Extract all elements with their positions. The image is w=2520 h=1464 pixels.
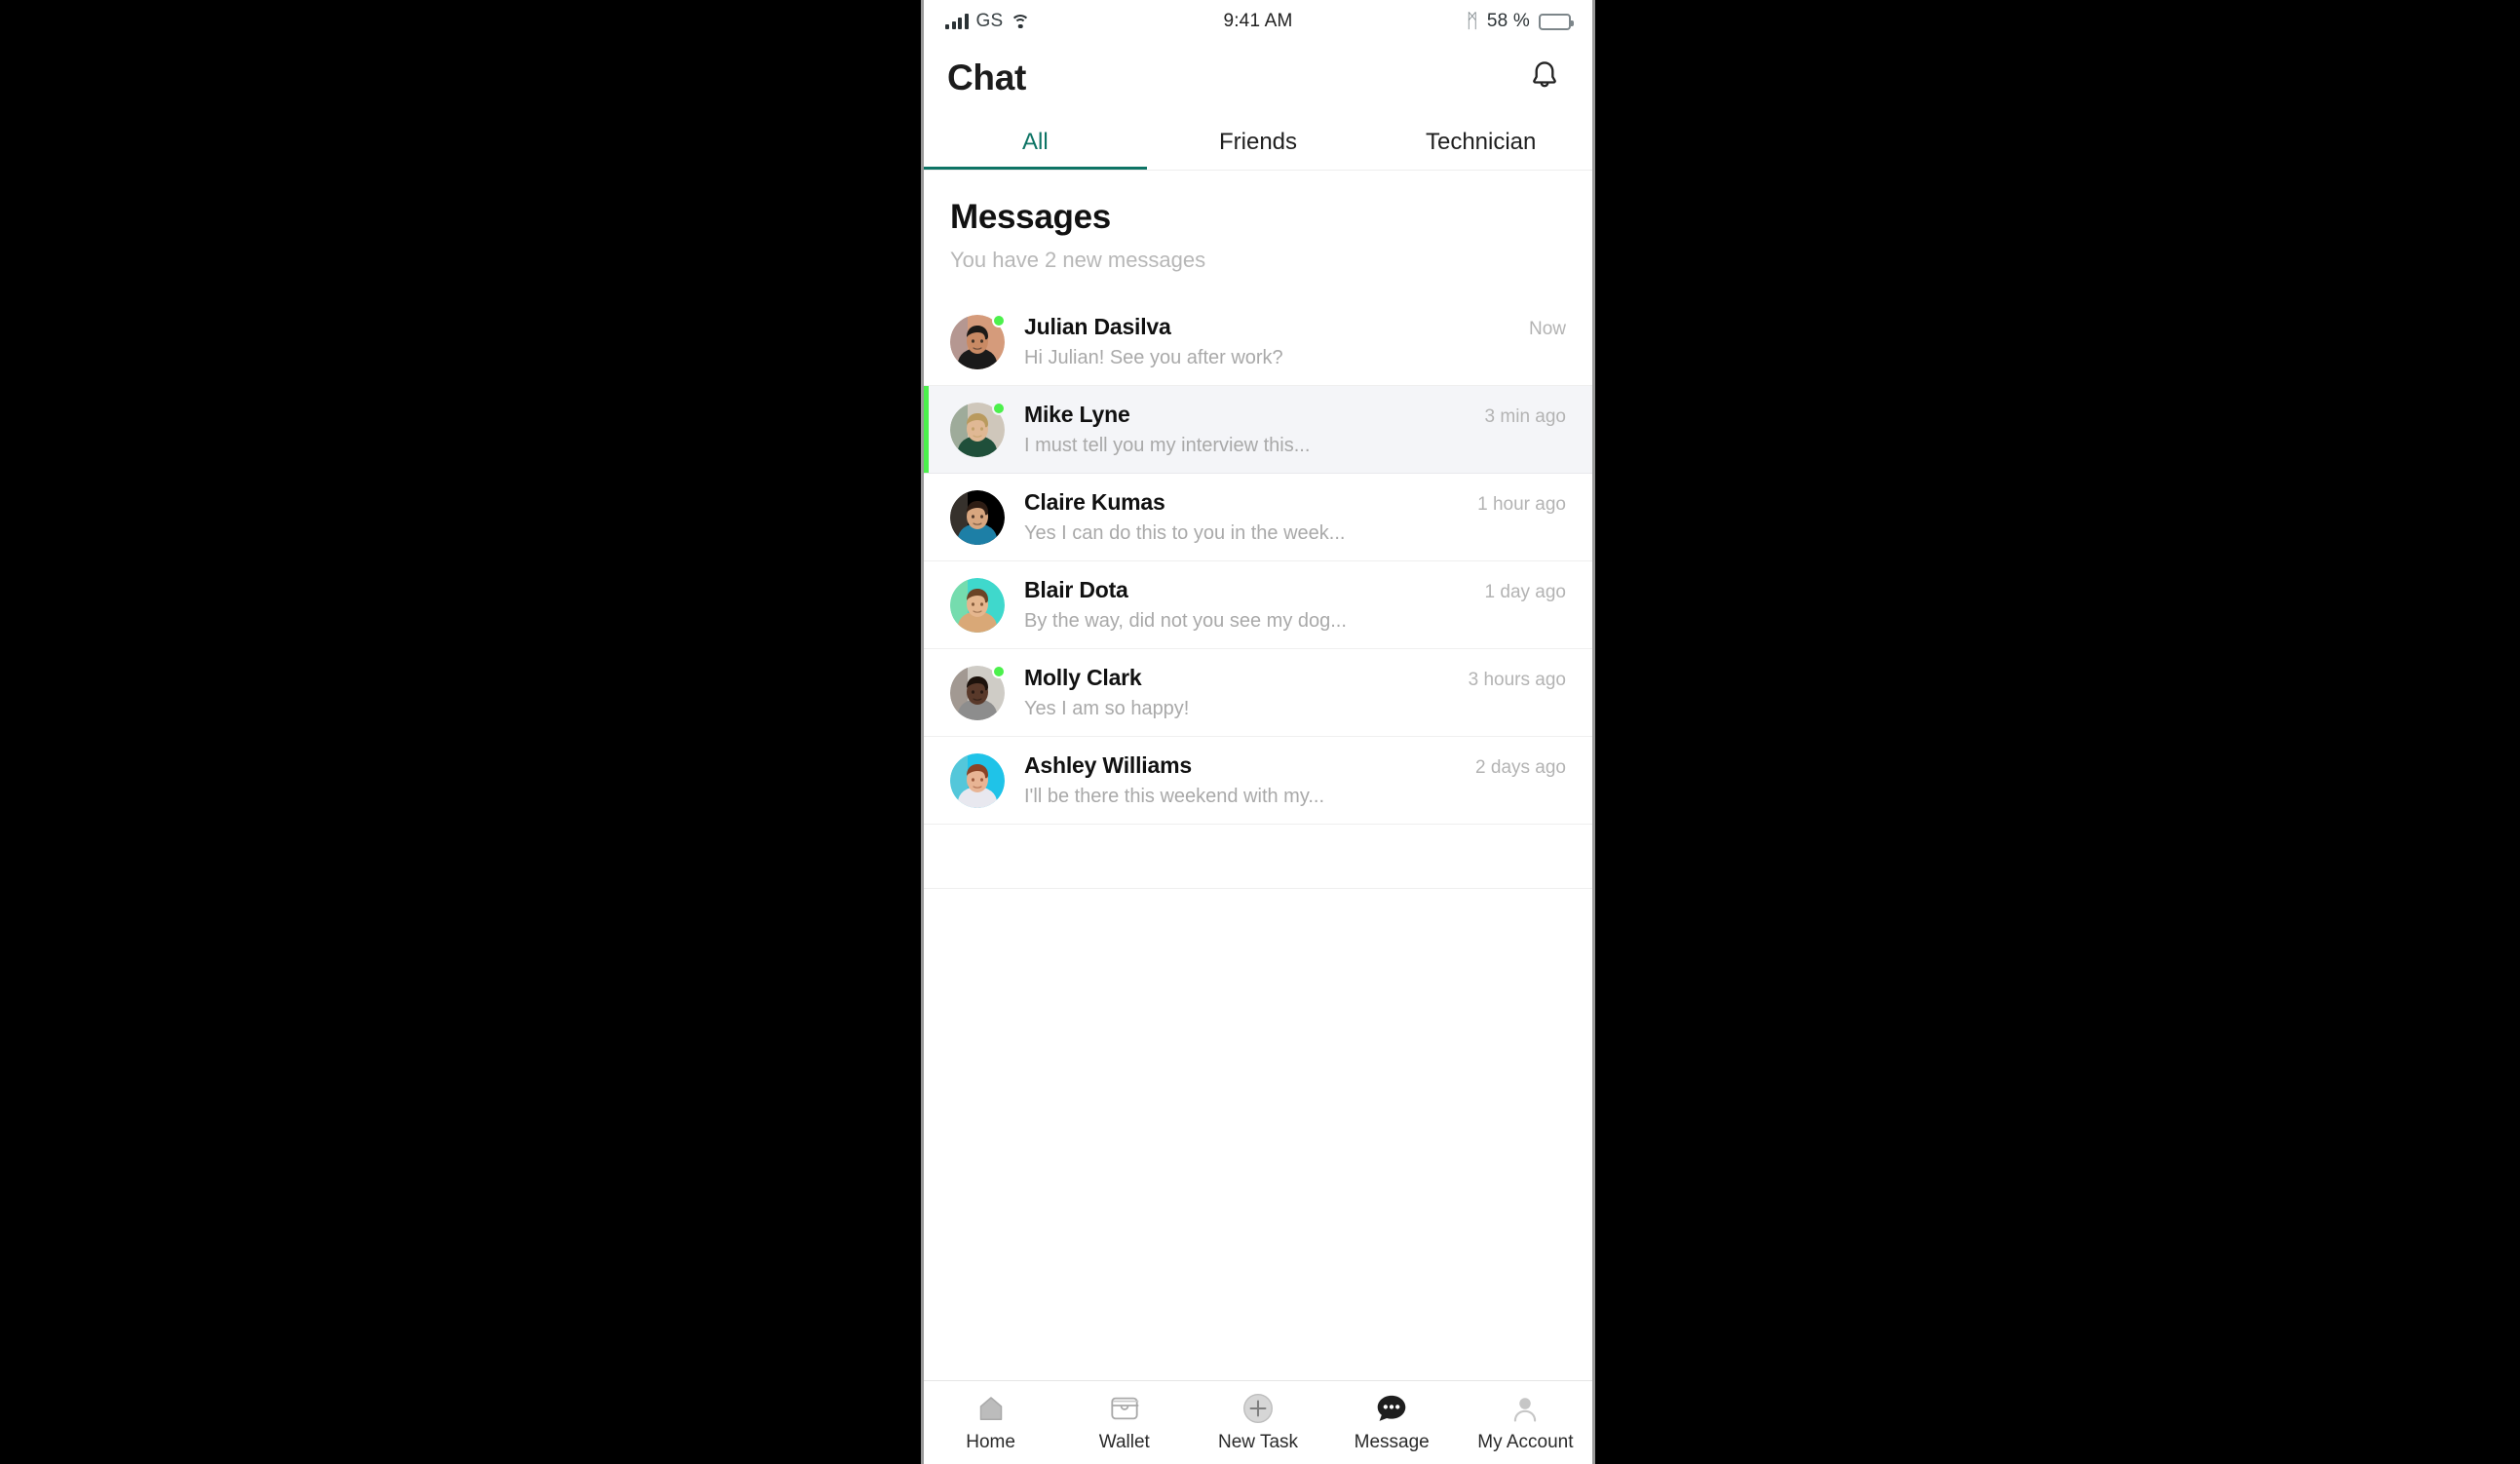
plus-circle-icon — [1242, 1392, 1274, 1425]
tab-all-label: All — [1022, 129, 1049, 155]
nav-item-label: New Task — [1218, 1432, 1299, 1452]
message-timestamp: 2 days ago — [1475, 757, 1566, 778]
message-row[interactable]: Claire Kumas 1 hour ago Yes I can do thi… — [924, 474, 1592, 561]
wifi-icon — [1011, 14, 1031, 29]
message-row-top: Ashley Williams 2 days ago — [1024, 752, 1566, 779]
home-icon — [976, 1392, 1006, 1425]
avatar — [950, 489, 1005, 545]
avatar-wrapper — [950, 401, 1006, 457]
bottom-navigation-bar: Home Wallet New Task Message My Account — [924, 1380, 1592, 1464]
message-row-content: Mike Lyne 3 min ago I must tell you my i… — [1024, 402, 1566, 457]
message-timestamp: 3 hours ago — [1468, 670, 1566, 690]
nav-item-label: Home — [966, 1432, 1015, 1452]
app-header: Chat — [924, 43, 1592, 113]
message-row[interactable]: Molly Clark 3 hours ago Yes I am so happ… — [924, 649, 1592, 737]
message-snippet: Hi Julian! See you after work? — [1024, 347, 1283, 368]
messages-scroll-area[interactable]: Messages You have 2 new messages Julian … — [924, 170, 1592, 1380]
message-row-top: Blair Dota 1 day ago — [1024, 577, 1566, 603]
avatar-wrapper — [950, 489, 1005, 545]
tab-all[interactable]: All — [924, 113, 1147, 170]
contact-name: Julian Dasilva — [1024, 314, 1171, 339]
message-timestamp: Now — [1528, 319, 1566, 339]
status-bar: GS 9:41 AM ᛗ 58 % — [924, 0, 1592, 43]
online-status-dot — [992, 313, 1006, 327]
nav-item-label: Wallet — [1098, 1432, 1150, 1452]
battery-percent-label: 58 % — [1486, 11, 1530, 31]
message-row-content: Julian Dasilva Now Hi Julian! See you af… — [1024, 314, 1566, 369]
cellular-signal-icon — [945, 14, 969, 29]
message-bubble-icon — [1376, 1392, 1407, 1425]
message-timestamp: 1 day ago — [1484, 582, 1566, 602]
message-row-top: Molly Clark 3 hours ago — [1024, 665, 1566, 691]
message-snippet: I'll be there this weekend with my... — [1024, 786, 1325, 807]
message-snippet: I must tell you my interview this... — [1024, 435, 1311, 456]
messages-subtitle: You have 2 new messages — [950, 248, 1206, 272]
status-bar-clock: 9:41 AM — [1223, 11, 1293, 31]
wallet-icon — [1110, 1392, 1139, 1425]
nav-item-label: My Account — [1477, 1432, 1574, 1452]
online-status-dot — [992, 664, 1006, 678]
nav-item-wallet[interactable]: Wallet — [1057, 1392, 1191, 1453]
message-list-tail-spacer — [924, 825, 1592, 889]
nav-item-new-task[interactable]: New Task — [1191, 1392, 1324, 1453]
message-row[interactable]: Blair Dota 1 day ago By the way, did not… — [924, 561, 1592, 649]
avatar-wrapper — [950, 313, 1006, 369]
online-status-dot — [992, 401, 1006, 415]
notification-bell-button[interactable] — [1518, 52, 1571, 104]
message-snippet: Yes I am so happy! — [1024, 698, 1190, 719]
message-row-content: Ashley Williams 2 days ago I'll be there… — [1024, 752, 1566, 808]
status-bar-left: GS — [945, 11, 1223, 32]
message-row-content: Molly Clark 3 hours ago Yes I am so happ… — [1024, 665, 1566, 720]
nav-item-home[interactable]: Home — [924, 1392, 1057, 1453]
message-snippet: Yes I can do this to you in the week... — [1024, 522, 1346, 544]
message-row[interactable]: Julian Dasilva Now Hi Julian! See you af… — [924, 298, 1592, 386]
message-timestamp: 3 min ago — [1484, 406, 1566, 427]
status-bar-right: ᛗ 58 % — [1293, 11, 1574, 32]
message-row[interactable]: Mike Lyne 3 min ago I must tell you my i… — [924, 386, 1592, 474]
user-account-icon — [1510, 1392, 1540, 1425]
message-row-content: Blair Dota 1 day ago By the way, did not… — [1024, 577, 1566, 633]
avatar — [950, 577, 1005, 633]
carrier-label: GS — [975, 11, 1004, 31]
avatar-wrapper — [950, 577, 1005, 633]
tab-technician-label: Technician — [1425, 129, 1537, 155]
avatar — [950, 752, 1005, 808]
messages-heading: Messages — [950, 198, 1111, 236]
contact-name: Blair Dota — [1024, 577, 1128, 602]
tab-technician[interactable]: Technician — [1369, 113, 1592, 170]
contact-name: Claire Kumas — [1024, 489, 1165, 515]
screenshot-stage: GS 9:41 AM ᛗ 58 % Chat All Friends Techn… — [0, 0, 2520, 1464]
avatar-wrapper — [950, 664, 1006, 720]
message-row-top: Mike Lyne 3 min ago — [1024, 402, 1566, 428]
message-row-content: Claire Kumas 1 hour ago Yes I can do thi… — [1024, 489, 1566, 545]
message-timestamp: 1 hour ago — [1477, 494, 1566, 515]
chat-filter-tabs: All Friends Technician — [924, 113, 1592, 170]
battery-icon — [1539, 13, 1574, 30]
contact-name: Mike Lyne — [1024, 402, 1130, 427]
contact-name: Ashley Williams — [1024, 752, 1192, 778]
tab-friends[interactable]: Friends — [1147, 113, 1370, 170]
nav-item-label: Message — [1354, 1432, 1430, 1452]
message-list-bottom-padding — [924, 889, 1592, 947]
message-row-top: Julian Dasilva Now — [1024, 314, 1566, 340]
nav-item-my-account[interactable]: My Account — [1459, 1392, 1592, 1453]
contact-name: Molly Clark — [1024, 665, 1142, 690]
message-row[interactable]: Ashley Williams 2 days ago I'll be there… — [924, 737, 1592, 825]
message-row-top: Claire Kumas 1 hour ago — [1024, 489, 1566, 516]
tab-friends-label: Friends — [1218, 129, 1298, 155]
message-snippet: By the way, did not you see my dog... — [1024, 610, 1347, 632]
page-title: Chat — [947, 58, 1027, 97]
phone-screen: GS 9:41 AM ᛗ 58 % Chat All Friends Techn… — [921, 0, 1595, 1464]
messages-section-header: Messages You have 2 new messages — [924, 171, 1592, 273]
nav-item-message[interactable]: Message — [1325, 1392, 1459, 1453]
message-list: Julian Dasilva Now Hi Julian! See you af… — [924, 298, 1592, 825]
notification-bell-icon — [1528, 58, 1561, 98]
bluetooth-icon: ᛗ — [1466, 11, 1478, 32]
avatar-wrapper — [950, 752, 1005, 808]
